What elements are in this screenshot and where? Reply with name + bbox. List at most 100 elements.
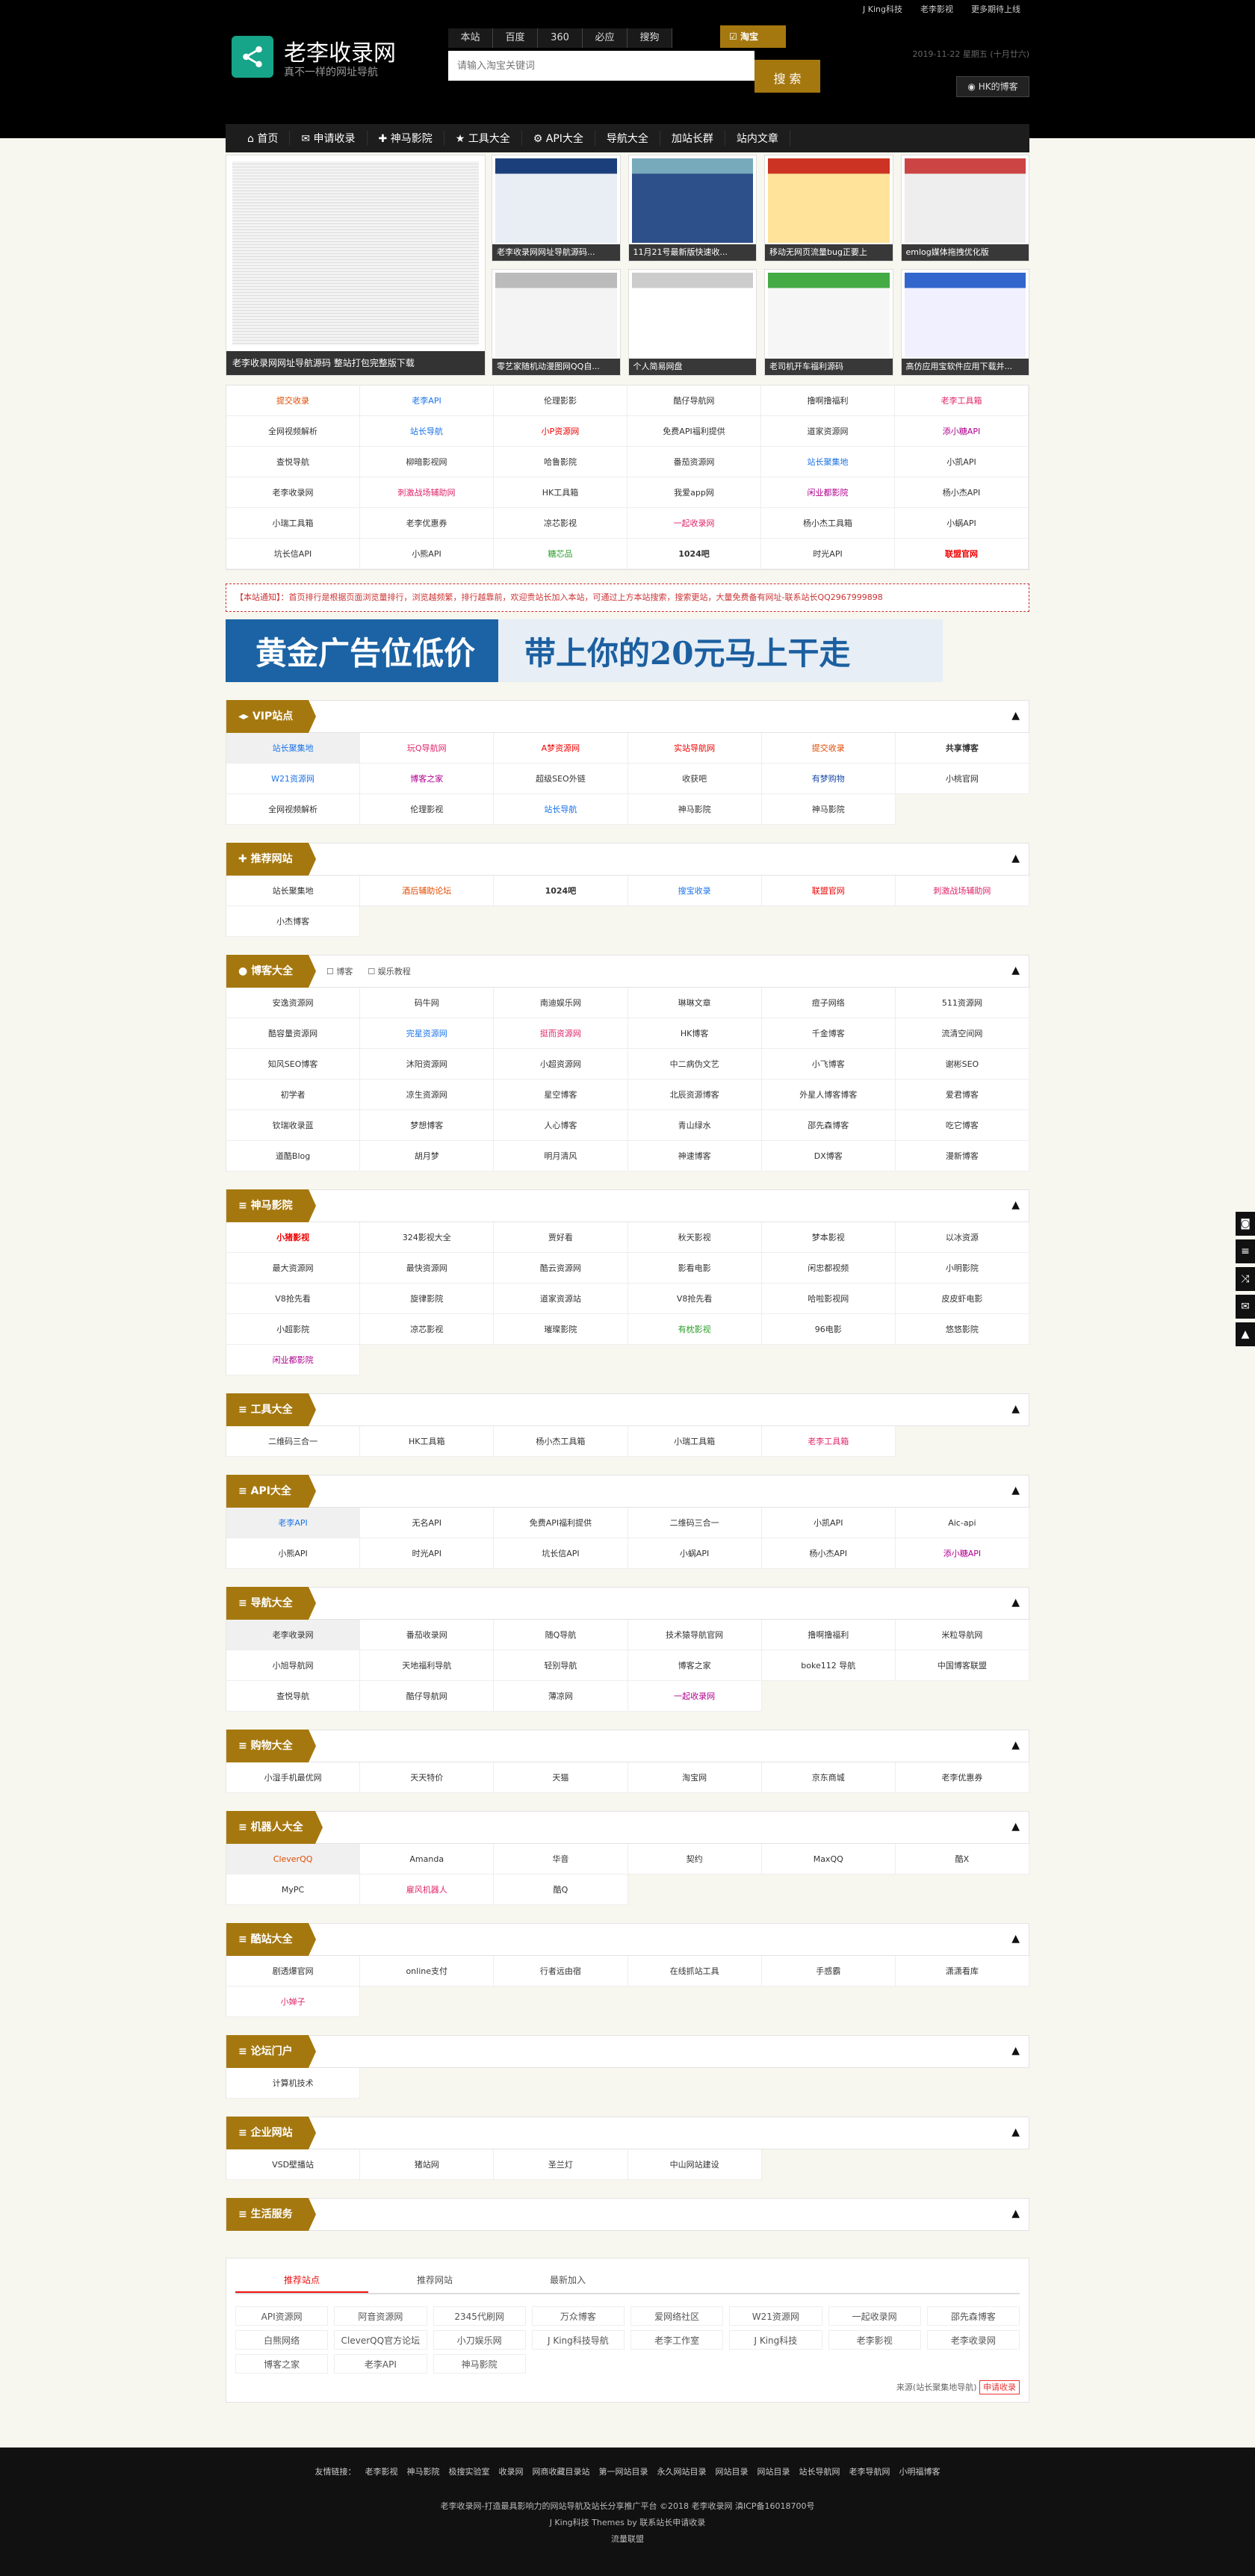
section-link[interactable]: 胡月梦	[360, 1141, 495, 1171]
section-link[interactable]: VSD壁播站	[226, 2149, 361, 2180]
back-top-icon[interactable]: ▲	[1236, 1322, 1255, 1346]
top-link[interactable]: J King科技	[854, 0, 911, 15]
nav-item[interactable]: ✉ 申请收录	[290, 131, 368, 146]
section-link[interactable]: 最快资源网	[360, 1253, 495, 1284]
quick-link[interactable]: 柳暗影视网	[360, 447, 494, 477]
section-link[interactable]: 全网视频解析	[226, 794, 361, 825]
section-link[interactable]: 博客之家	[628, 1650, 762, 1681]
nav-item[interactable]: 导航大全	[595, 131, 660, 146]
section-link[interactable]: 在线抓站工具	[628, 1956, 762, 1987]
quick-link[interactable]: 添小糖API	[895, 416, 1029, 447]
quick-link[interactable]: 杨小杰工具箱	[761, 508, 895, 539]
recent-link[interactable]: 阿音资源网	[334, 2306, 427, 2326]
section-link[interactable]: 杨小杰API	[761, 1538, 896, 1569]
section-link[interactable]: 米粒导航网	[895, 1620, 1029, 1650]
section-link[interactable]: 吃它博客	[895, 1110, 1029, 1141]
apply-button[interactable]: 申请收录	[979, 2380, 1020, 2394]
collapse-caret-icon[interactable]: ▲	[1011, 965, 1020, 976]
hero-thumb[interactable]: 零艺家随机动漫图网QQ自...	[492, 269, 621, 376]
collapse-caret-icon[interactable]: ▲	[1011, 2126, 1020, 2138]
section-link[interactable]: 查悦导航	[226, 1681, 361, 1712]
section-link[interactable]: 酷X	[895, 1844, 1029, 1874]
section-link[interactable]: V8抢先看	[226, 1284, 361, 1314]
section-link[interactable]: HK博客	[628, 1018, 762, 1049]
quick-link[interactable]: 站长导航	[360, 416, 494, 447]
recent-link[interactable]: 老李收录网	[926, 2330, 1020, 2350]
section-link[interactable]: 搜宝收录	[628, 876, 762, 906]
section-link[interactable]: 雇风机器人	[360, 1874, 495, 1905]
section-link[interactable]: V8抢先看	[628, 1284, 762, 1314]
section-link[interactable]: 挺而资源网	[494, 1018, 628, 1049]
quick-link[interactable]: 提交收录	[226, 386, 360, 416]
section-link[interactable]: 超级SEO外链	[494, 764, 628, 794]
hero-thumb[interactable]: 个人简易网盘	[628, 269, 757, 376]
section-link[interactable]: 站长聚集地	[226, 876, 361, 906]
quick-link[interactable]: 老李收录网	[226, 477, 360, 508]
section-link[interactable]: 添小糖API	[895, 1538, 1029, 1569]
quick-link[interactable]: 酷仔导航网	[628, 386, 761, 416]
section-link[interactable]: 酷容量资源网	[226, 1018, 361, 1049]
section-link[interactable]: 码牛网	[360, 988, 495, 1018]
section-link[interactable]: 小旭导航网	[226, 1650, 361, 1681]
section-link[interactable]: 二维码三合一	[628, 1508, 762, 1538]
section-link[interactable]: 琳琳文章	[628, 988, 762, 1018]
section-link[interactable]: 天地福利导航	[360, 1650, 495, 1681]
section-link[interactable]: 梦想博客	[360, 1110, 495, 1141]
section-link[interactable]: 酷云资源网	[494, 1253, 628, 1284]
section-link[interactable]: 伦理影视	[360, 794, 495, 825]
section-link[interactable]: 贾好看	[494, 1222, 628, 1253]
section-link[interactable]: 谢彬SEO	[895, 1049, 1029, 1080]
section-link[interactable]: 老李工具箱	[761, 1426, 896, 1457]
logo-share-icon[interactable]	[232, 36, 273, 78]
section-subtab[interactable]: ☐ 博客	[326, 965, 353, 977]
quick-link[interactable]: 老李优惠券	[360, 508, 494, 539]
recent-link[interactable]: J King科技	[729, 2330, 822, 2350]
section-link[interactable]: 收获吧	[628, 764, 762, 794]
section-link[interactable]: 时光API	[360, 1538, 495, 1569]
section-link[interactable]: 潇潇看库	[895, 1956, 1029, 1987]
friend-link[interactable]: 收录网	[499, 2467, 524, 2477]
recent-link[interactable]: 爱网络社区	[630, 2306, 724, 2326]
section-link[interactable]: 痘子网络	[761, 988, 896, 1018]
recent-link[interactable]: 邵先森博客	[926, 2306, 1020, 2326]
quick-link[interactable]: 全网视频解析	[226, 416, 360, 447]
section-link[interactable]: A梦资源网	[494, 733, 628, 764]
recent-link[interactable]: 白熊网络	[235, 2330, 329, 2350]
section-link[interactable]: 小杰博客	[226, 906, 361, 937]
friend-link[interactable]: 小明福博客	[899, 2467, 941, 2477]
recent-link[interactable]: 2345代刷网	[433, 2306, 526, 2326]
section-link[interactable]: 安逸资源网	[226, 988, 361, 1018]
quick-link[interactable]: 番茄资源网	[628, 447, 761, 477]
nav-item[interactable]: 加站长群	[660, 131, 725, 146]
section-link[interactable]: 沐阳资源网	[360, 1049, 495, 1080]
section-link[interactable]: 联盟官网	[761, 876, 896, 906]
section-link[interactable]: 小婵子	[226, 1987, 361, 2017]
section-link[interactable]: 淘宝网	[628, 1762, 762, 1793]
section-link[interactable]: 老李优惠券	[895, 1762, 1029, 1793]
quick-link[interactable]: 小凯API	[895, 447, 1029, 477]
section-link[interactable]: 圣兰灯	[494, 2149, 628, 2180]
section-link[interactable]: 小超资源网	[494, 1049, 628, 1080]
section-link[interactable]: 小瑞工具箱	[628, 1426, 762, 1457]
section-link[interactable]: 一起收录网	[628, 1681, 762, 1712]
hero-thumb[interactable]: 老司机开车福利源码	[764, 269, 893, 376]
section-link[interactable]: 小熊API	[226, 1538, 361, 1569]
friend-link[interactable]: 永久网站目录	[657, 2467, 707, 2477]
friend-link[interactable]: 站长导航网	[799, 2467, 840, 2477]
section-link[interactable]: 悠悠影院	[895, 1314, 1029, 1345]
search-input[interactable]	[448, 51, 754, 81]
section-link[interactable]: 神速博客	[628, 1141, 762, 1171]
search-tab[interactable]: 搜狗	[628, 28, 672, 48]
section-link[interactable]: 小湿手机最优网	[226, 1762, 361, 1793]
section-link[interactable]: 324影视大全	[360, 1222, 495, 1253]
section-link[interactable]: 剧透爆官网	[226, 1956, 361, 1987]
section-link[interactable]: 番茄收录网	[360, 1620, 495, 1650]
quick-link[interactable]: 道家资源网	[761, 416, 895, 447]
section-link[interactable]: 契约	[628, 1844, 762, 1874]
tab-1[interactable]: 推荐站点	[235, 2267, 368, 2293]
collapse-caret-icon[interactable]: ▲	[1011, 1199, 1020, 1211]
menu-icon[interactable]: ≡	[1236, 1239, 1255, 1263]
hero-main-card[interactable]: 老李收录网网址导航源码 整站打包完整版下载	[226, 155, 486, 376]
recent-link[interactable]: 老李影视	[828, 2330, 921, 2350]
qq-icon[interactable]: ◙	[1236, 1212, 1255, 1236]
